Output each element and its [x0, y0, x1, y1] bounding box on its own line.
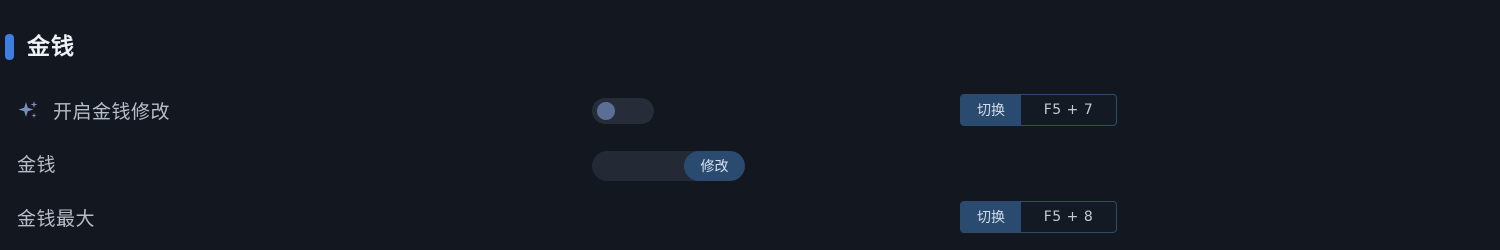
hotkey-keys[interactable]: F5 + 7 — [1021, 95, 1116, 125]
setting-label-wrap: 金钱最大 — [17, 197, 95, 237]
money-value-field: 修改 — [592, 151, 745, 181]
hotkey-toggle-button[interactable]: 切换 — [961, 95, 1021, 125]
sparkle-icon — [17, 99, 39, 121]
setting-label-wrap: 金钱 — [17, 143, 56, 183]
hotkey-max-money: 切换 F5 + 8 — [960, 201, 1117, 233]
enable-money-toggle[interactable] — [592, 98, 654, 124]
modify-button[interactable]: 修改 — [684, 151, 745, 181]
setting-label: 金钱 — [17, 153, 57, 176]
section-title: 金钱 — [27, 34, 75, 60]
setting-row-money: 金钱 修改 — [0, 143, 1500, 183]
setting-label: 金钱最大 — [17, 207, 96, 230]
hotkey-toggle-button[interactable]: 切换 — [961, 202, 1021, 232]
hotkey-enable-money: 切换 F5 + 7 — [960, 94, 1117, 126]
toggle-knob — [597, 102, 615, 120]
hotkey-keys[interactable]: F5 + 8 — [1021, 202, 1116, 232]
setting-row-max-money: 金钱最大 切换 F5 + 8 — [0, 197, 1500, 237]
money-input[interactable] — [592, 151, 684, 181]
setting-row-enable-money: 开启金钱修改 切换 F5 + 7 — [0, 90, 1500, 130]
setting-label: 开启金钱修改 — [53, 100, 171, 123]
section-accent-bar — [5, 34, 14, 60]
setting-label-wrap: 开启金钱修改 — [17, 90, 170, 130]
